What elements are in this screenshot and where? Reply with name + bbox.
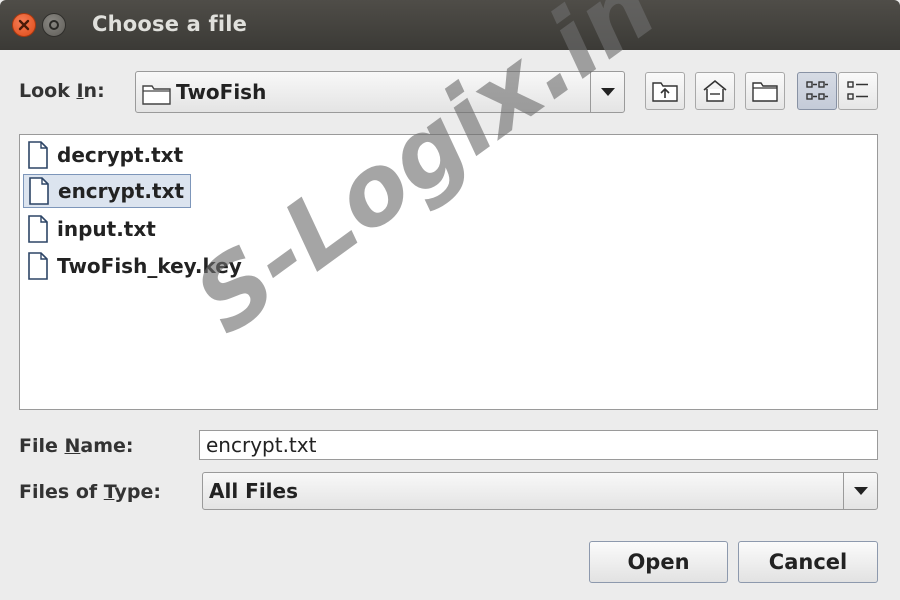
home-icon	[703, 79, 727, 102]
file-name-label: File Name:	[19, 435, 134, 457]
up-one-level-button[interactable]	[645, 72, 685, 110]
file-item-selected[interactable]: encrypt.txt	[23, 174, 192, 208]
file-name: input.txt	[57, 217, 156, 241]
file-icon	[28, 215, 48, 243]
close-icon	[18, 19, 30, 31]
file-list[interactable]: decrypt.txt encrypt.txt input.txt TwoFis…	[19, 134, 878, 410]
file-type-combo[interactable]: All Files	[202, 472, 878, 510]
home-button[interactable]	[695, 72, 735, 110]
look-in-folder: TwoFish	[176, 80, 267, 104]
file-item[interactable]: input.txt	[23, 212, 162, 246]
file-item[interactable]: decrypt.txt	[23, 138, 189, 172]
new-folder-button[interactable]	[745, 72, 785, 110]
file-name: encrypt.txt	[58, 179, 185, 203]
file-type-value: All Files	[209, 479, 298, 503]
details-view-icon	[847, 81, 868, 100]
folder-icon	[142, 85, 171, 105]
up-one-level-icon	[652, 82, 678, 102]
file-type-dropdown[interactable]	[843, 473, 877, 509]
file-icon	[28, 141, 48, 169]
minimize-button[interactable]	[42, 13, 66, 37]
look-in-label: Look In:	[19, 80, 105, 102]
close-button[interactable]	[12, 13, 36, 37]
look-in-dropdown[interactable]	[590, 72, 624, 112]
window-title: Choose a file	[92, 12, 248, 36]
chevron-down-icon	[600, 88, 615, 96]
minimize-icon	[49, 20, 59, 30]
cancel-button[interactable]: Cancel	[738, 541, 878, 583]
file-name: TwoFish_key.key	[57, 254, 242, 278]
chevron-down-icon	[853, 487, 868, 495]
list-view-icon	[806, 81, 828, 100]
new-folder-icon	[752, 82, 778, 102]
look-in-combo[interactable]: TwoFish	[135, 71, 625, 113]
list-view-button[interactable]	[797, 72, 837, 110]
file-item[interactable]: TwoFish_key.key	[23, 249, 248, 283]
details-view-button[interactable]	[838, 72, 878, 110]
file-name: decrypt.txt	[57, 143, 184, 167]
title-bar: Choose a file	[0, 0, 900, 50]
file-name-input[interactable]	[199, 430, 878, 460]
file-type-label: Files of Type:	[19, 481, 161, 503]
file-icon	[29, 177, 49, 205]
file-icon	[28, 252, 48, 280]
open-button[interactable]: Open	[589, 541, 728, 583]
